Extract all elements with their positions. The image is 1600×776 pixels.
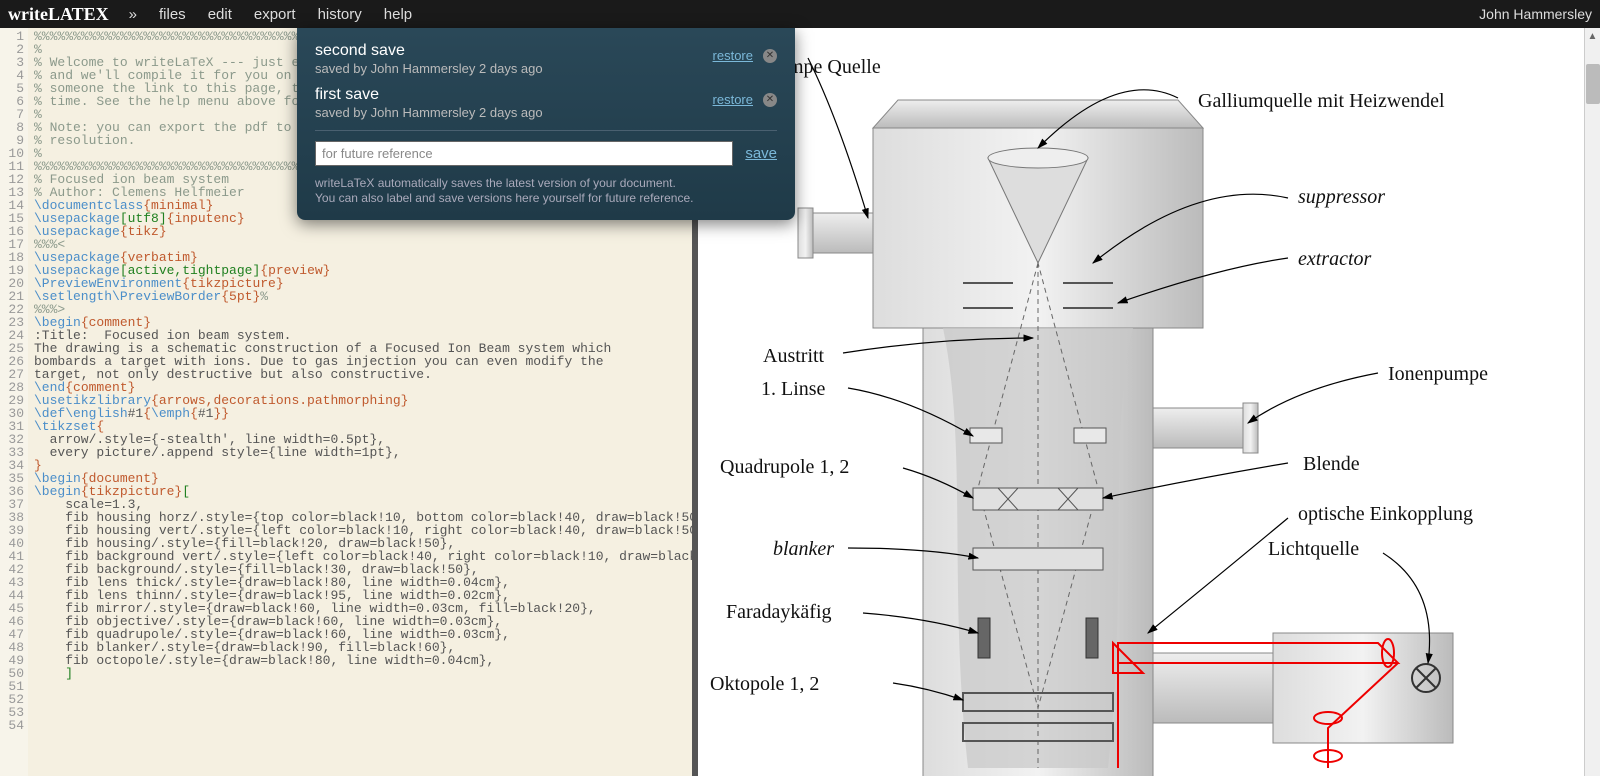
history-entry-subtitle: saved by John Hammersley 2 days ago: [315, 61, 777, 76]
history-note-line: writeLaTeX automatically saves the lates…: [315, 176, 777, 191]
scrollbar-vertical[interactable]: ▲: [1584, 28, 1600, 776]
history-entry-title: second save: [315, 42, 777, 60]
diagram-svg: [698, 28, 1598, 776]
history-note: writeLaTeX automatically saves the lates…: [315, 176, 777, 206]
label-ionenpumpe: Ionenpumpe: [1388, 363, 1488, 386]
label-pumpe-quelle: mpe Quelle: [788, 56, 881, 79]
diagram: mpe Quelle Galliumquelle mit Heizwendel …: [698, 28, 1600, 758]
label-blende: Blende: [1303, 453, 1360, 476]
scrollbar-thumb[interactable]: [1586, 64, 1600, 104]
history-entry-subtitle: saved by John Hammersley 2 days ago: [315, 105, 777, 120]
history-save-row: save: [315, 141, 777, 166]
main-area: 1234567891011121314151617181920212223242…: [0, 28, 1600, 776]
menu-help[interactable]: help: [384, 6, 412, 23]
menu-chevron[interactable]: »: [129, 6, 137, 23]
label-austritt: Austritt: [763, 345, 824, 368]
label-optische: optische Einkopplung: [1298, 503, 1473, 526]
delete-entry-button[interactable]: ✕: [763, 93, 777, 107]
label-suppressor: suppressor: [1298, 186, 1385, 209]
app-logo: writeLATEX: [8, 4, 109, 25]
menubar: writeLATEX » files edit export history h…: [0, 0, 1600, 28]
restore-link[interactable]: restore: [713, 48, 753, 63]
history-entry: second save saved by John Hammersley 2 d…: [315, 42, 777, 76]
label-blanker: blanker: [773, 538, 834, 561]
menu-edit[interactable]: edit: [208, 6, 232, 23]
user-name[interactable]: John Hammersley: [1479, 6, 1592, 22]
label-gallium: Galliumquelle mit Heizwendel: [1198, 90, 1445, 113]
history-popup: second save saved by John Hammersley 2 d…: [297, 28, 795, 220]
history-note-line: You can also label and save versions her…: [315, 191, 777, 206]
save-version-link[interactable]: save: [745, 145, 777, 162]
history-separator: [315, 130, 777, 131]
scroll-up-icon[interactable]: ▲: [1585, 28, 1600, 44]
label-linse1: 1. Linse: [761, 378, 825, 401]
label-quadrupole: Quadrupole 1, 2: [720, 456, 849, 479]
history-entry: first save saved by John Hammersley 2 da…: [315, 86, 777, 120]
label-extractor: extractor: [1298, 248, 1371, 271]
preview-pane[interactable]: mpe Quelle Galliumquelle mit Heizwendel …: [698, 28, 1600, 776]
label-oktopole: Oktopole 1, 2: [710, 673, 819, 696]
label-faraday: Faradaykäfig: [726, 601, 832, 624]
history-entry-title: first save: [315, 86, 777, 104]
restore-link[interactable]: restore: [713, 92, 753, 107]
menu-export[interactable]: export: [254, 6, 296, 23]
menu-files[interactable]: files: [159, 6, 186, 23]
label-lichtquelle: Lichtquelle: [1268, 538, 1359, 561]
menu-history[interactable]: history: [318, 6, 362, 23]
delete-entry-button[interactable]: ✕: [763, 49, 777, 63]
line-gutter: 1234567891011121314151617181920212223242…: [0, 28, 28, 776]
history-label-input[interactable]: [315, 141, 733, 166]
